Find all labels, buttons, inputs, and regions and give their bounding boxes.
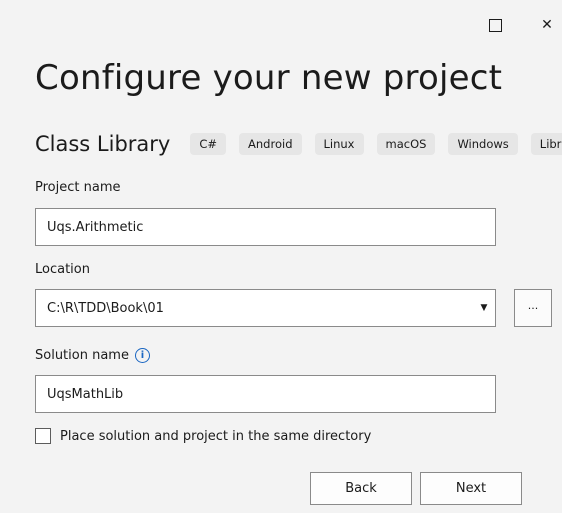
- tag-android: Android: [239, 133, 302, 155]
- template-tags: C# Android Linux macOS Windows Library: [190, 133, 562, 155]
- template-row: Class Library C# Android Linux macOS Win…: [35, 130, 562, 158]
- same-directory-option[interactable]: Place solution and project in the same d…: [35, 428, 371, 444]
- solution-name-label-row: Solution name i: [35, 348, 150, 363]
- tag-csharp: C#: [190, 133, 227, 155]
- next-label: Next: [455, 481, 487, 496]
- same-directory-checkbox[interactable]: [35, 428, 51, 444]
- configure-project-dialog: ✕ Configure your new project Class Libra…: [0, 0, 562, 513]
- project-name-input[interactable]: [35, 208, 496, 246]
- info-icon[interactable]: i: [134, 348, 150, 363]
- same-directory-label: Place solution and project in the same d…: [60, 428, 372, 444]
- browse-location-button[interactable]: ...: [514, 289, 552, 327]
- tag-macos: macOS: [376, 133, 436, 155]
- browse-label: ...: [527, 298, 539, 312]
- maximize-button[interactable]: [484, 14, 506, 36]
- back-button[interactable]: Back: [310, 472, 412, 505]
- next-button[interactable]: Next: [420, 472, 522, 505]
- tag-linux: Linux: [314, 133, 364, 155]
- back-label: Back: [345, 481, 377, 496]
- project-name-label: Project name: [35, 180, 121, 195]
- page-title: Configure your new project: [35, 58, 503, 98]
- dropdown-arrow-icon[interactable]: ▼: [473, 290, 495, 326]
- location-label: Location: [35, 262, 90, 277]
- maximize-icon: [488, 18, 502, 32]
- location-value: C:\R\TDD\Book\01: [47, 300, 164, 316]
- close-icon: ✕: [541, 17, 553, 33]
- close-button[interactable]: ✕: [536, 14, 558, 36]
- solution-name-label: Solution name: [35, 348, 129, 363]
- template-name: Class Library: [35, 132, 171, 156]
- tag-library: Library: [530, 133, 562, 155]
- solution-name-input[interactable]: [35, 375, 496, 413]
- location-combobox[interactable]: C:\R\TDD\Book\01 ▼: [35, 289, 496, 327]
- tag-windows: Windows: [448, 133, 518, 155]
